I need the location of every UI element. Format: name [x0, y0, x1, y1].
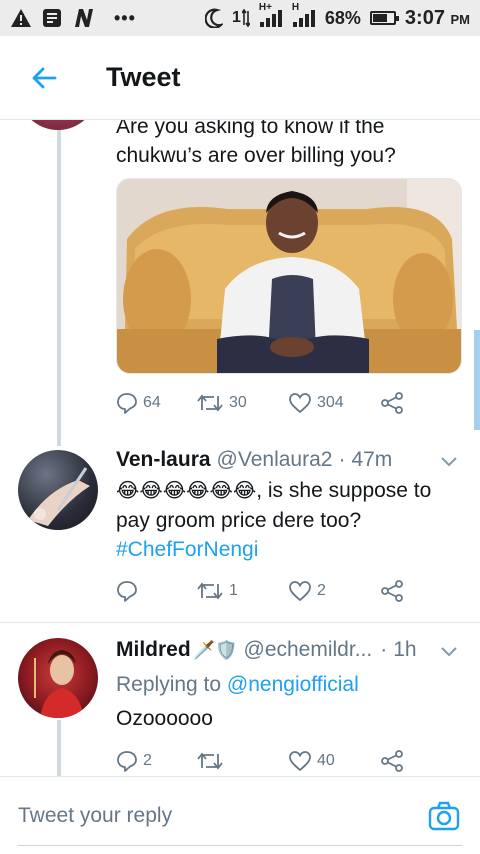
separator: ·	[338, 448, 346, 471]
avatar[interactable]	[18, 450, 98, 530]
avatar[interactable]	[18, 120, 98, 130]
heart-icon	[289, 751, 311, 772]
timestamp: 1h	[393, 638, 417, 661]
like-button[interactable]: 40	[288, 750, 380, 772]
tweet-text: Are you asking to know if the chukwu’s a…	[116, 120, 396, 167]
camera-icon	[428, 801, 460, 831]
display-name[interactable]: Ven-laura	[116, 448, 211, 472]
battery-percent: 68%	[324, 7, 361, 28]
heart-icon	[289, 393, 311, 414]
retweet-button[interactable]: 1	[196, 581, 288, 601]
tweet-header: Ven-laura @Venlaura2 · 47m	[116, 448, 392, 472]
tweet-menu-button[interactable]	[438, 450, 460, 472]
reply-icon	[117, 393, 137, 414]
share-button[interactable]	[380, 749, 404, 773]
retweet-count: 1	[229, 582, 238, 599]
retweet-icon	[197, 752, 223, 770]
tweet-text: Ozoooooo	[116, 707, 213, 730]
signal-h-plus: H+	[259, 2, 283, 28]
tweet-body: 😂😂😂😂😂😂, is she suppose to pay groom pric…	[116, 476, 466, 564]
app-bar: Tweet	[0, 36, 480, 120]
avatar[interactable]	[18, 638, 98, 718]
thread-line	[57, 720, 61, 776]
battery-icon	[369, 11, 399, 25]
status-right: 1 H+ H 68% 3:07 PM	[204, 2, 470, 30]
share-button[interactable]	[380, 579, 404, 603]
chevron-down-icon	[441, 647, 457, 657]
tweet-actions: 1 2	[116, 576, 436, 606]
status-left: •••	[10, 8, 136, 29]
status-bar: ••• 1 H+ H 68% 3:07 PM	[0, 0, 480, 36]
n-app-icon	[75, 9, 93, 27]
replying-handle-link[interactable]: @nengiofficial	[227, 673, 359, 696]
replying-label: Replying to	[116, 673, 222, 696]
like-button[interactable]: 2	[288, 580, 380, 602]
clock-suffix: PM	[450, 11, 471, 27]
reply-icon	[117, 581, 137, 602]
replying-to: Replying to @nengiofficial	[116, 670, 466, 699]
display-name[interactable]: Mildred	[116, 638, 191, 662]
tweet-media[interactable]	[116, 178, 462, 374]
avatar-photo	[34, 650, 84, 718]
data-arrows-sim1: 1	[232, 9, 250, 27]
chevron-down-icon	[441, 457, 457, 467]
back-button[interactable]	[22, 56, 66, 100]
reply-icon	[117, 751, 137, 772]
battery-fill	[372, 14, 387, 22]
name-badges: 🗡️🛡️	[192, 640, 238, 660]
page-title: Tweet	[106, 62, 181, 92]
sim-one-label: 1	[231, 9, 241, 26]
do-not-disturb-moon-icon	[204, 8, 223, 28]
retweet-count: 30	[229, 394, 247, 411]
share-icon	[381, 750, 403, 772]
signal-h: H	[292, 2, 316, 28]
retweet-button[interactable]	[196, 751, 288, 771]
reply-count: 2	[143, 752, 152, 769]
share-icon	[381, 392, 403, 414]
user-handle[interactable]: @Venlaura2	[217, 448, 333, 472]
reply-input[interactable]: Tweet your reply	[18, 804, 408, 828]
signal-h-plus-label: H+	[258, 2, 272, 13]
input-underline	[18, 845, 462, 846]
reply-button[interactable]	[116, 580, 196, 602]
photo-man-on-gold-sofa	[117, 179, 461, 373]
hashtag-link[interactable]: #ChefForNengi	[116, 538, 258, 561]
clock: 3:07 PM	[405, 7, 470, 30]
reply-button[interactable]: 64	[116, 392, 196, 414]
retweet-icon	[197, 582, 223, 600]
message-icon	[43, 9, 61, 27]
arrow-left-icon	[32, 67, 57, 88]
share-button[interactable]	[380, 391, 404, 415]
avatar-photo	[28, 467, 90, 526]
warning-icon	[11, 9, 31, 27]
reply-button[interactable]: 2	[116, 750, 196, 772]
tweet-actions: 2 40	[116, 746, 436, 776]
heart-icon	[289, 581, 311, 602]
like-button[interactable]: 304	[288, 392, 380, 414]
data-arrows-icon	[241, 9, 250, 27]
camera-button[interactable]	[428, 801, 460, 831]
share-icon	[381, 580, 403, 602]
reply-composer: Tweet your reply	[0, 776, 480, 854]
tweet-actions: 64 30 304	[116, 388, 436, 418]
clock-time: 3:07	[404, 6, 445, 29]
signal-h-label: H	[291, 2, 300, 13]
emoji-row: 😂😂😂😂😂😂	[116, 480, 257, 502]
thread-line	[57, 120, 61, 446]
retweet-icon	[197, 394, 223, 412]
timestamp: 47m	[351, 448, 393, 471]
reply-count: 64	[143, 394, 161, 411]
like-count: 2	[317, 582, 326, 599]
notification-dots: •••	[114, 7, 136, 28]
tweet-menu-button[interactable]	[438, 640, 460, 662]
like-count: 304	[317, 394, 344, 411]
scrollbar[interactable]	[474, 330, 480, 430]
like-count: 40	[317, 752, 335, 769]
divider	[0, 622, 480, 623]
tweet-thread: Are you asking to know if the chukwu’s a…	[0, 120, 480, 776]
tweet-header: Mildred 🗡️🛡️ @echemildr... · 1h	[116, 638, 417, 662]
user-handle[interactable]: @echemildr...	[244, 638, 373, 662]
retweet-button[interactable]: 30	[196, 393, 288, 413]
separator: ·	[380, 638, 388, 661]
